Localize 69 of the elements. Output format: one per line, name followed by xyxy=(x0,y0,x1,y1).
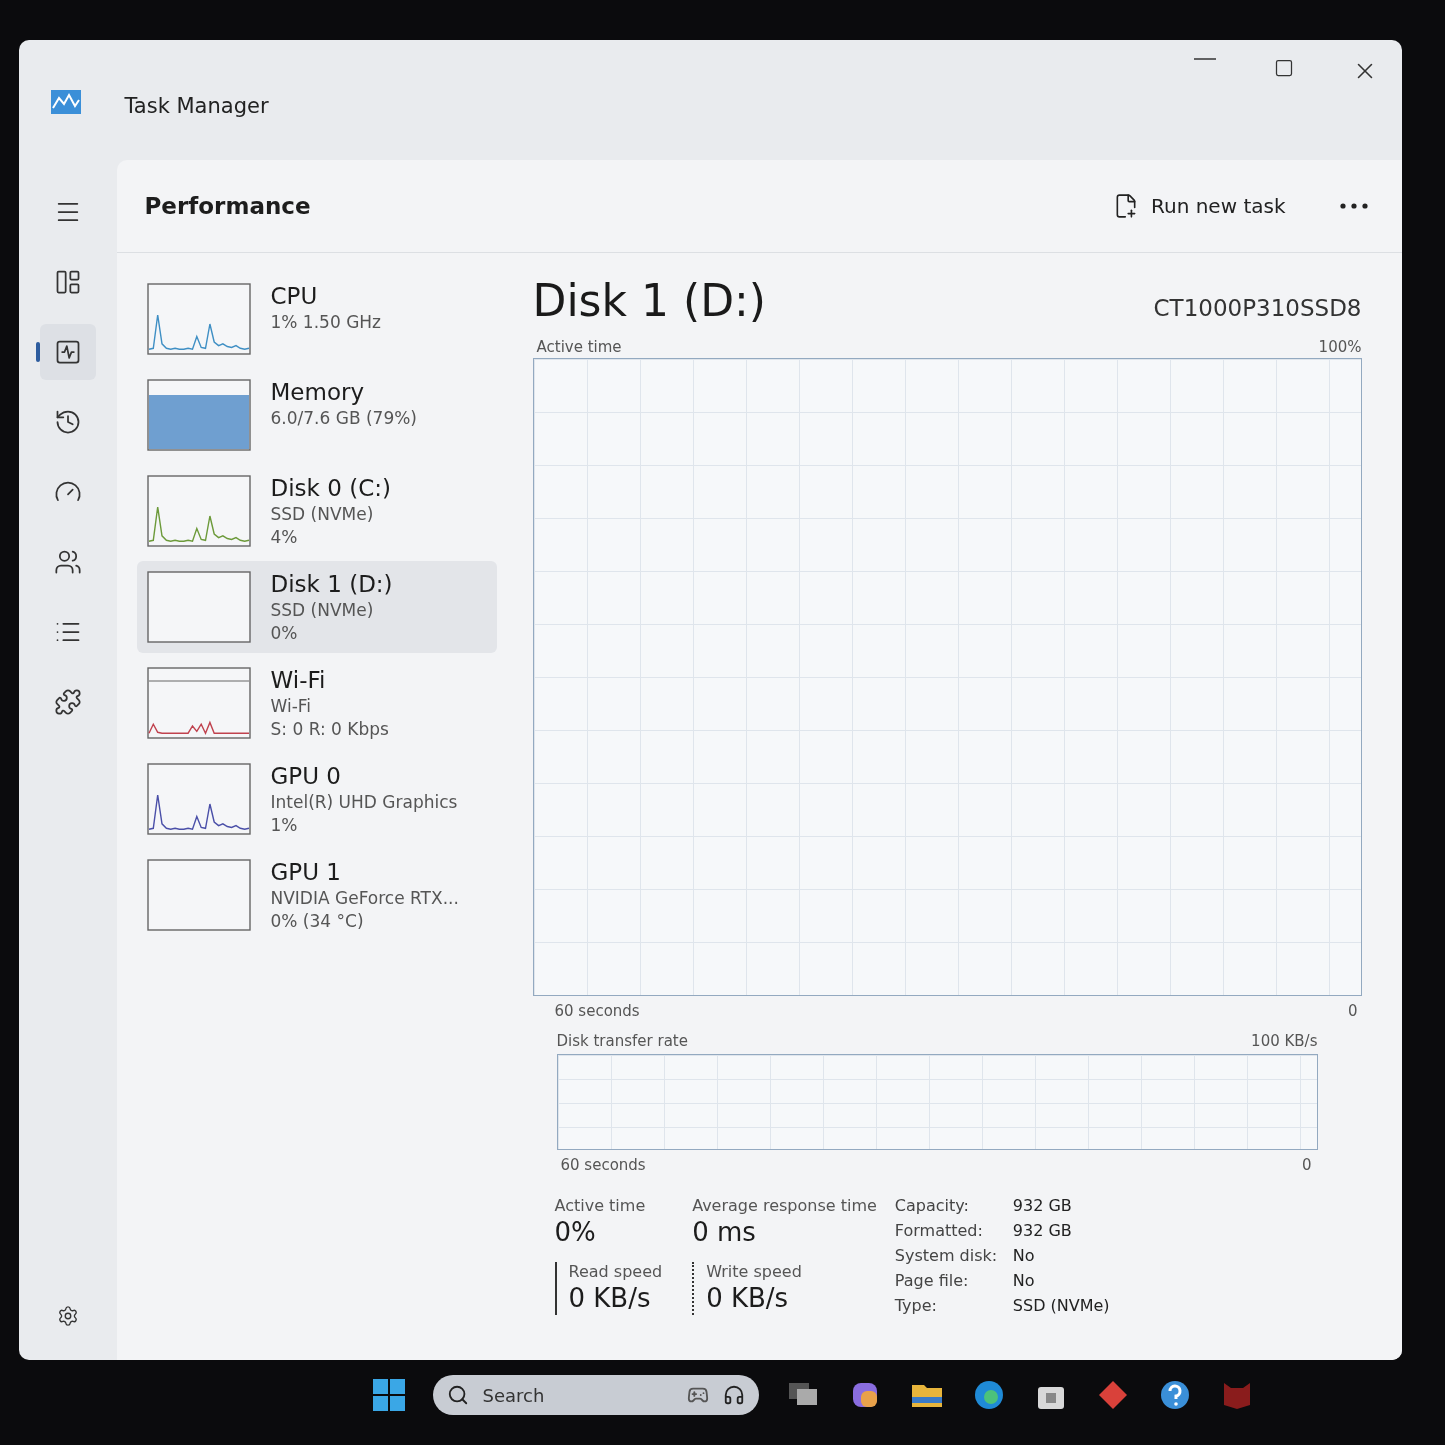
property-value: 932 GB xyxy=(1012,1196,1073,1215)
device-detail: 1% xyxy=(270,815,299,835)
device-detail: 1% 1.50 GHz xyxy=(270,312,381,332)
device-name: CPU xyxy=(270,283,319,309)
device-item[interactable]: GPU 1 NVIDIA GeForce RTX... 0% (34 °C) xyxy=(136,849,497,941)
disk-title: Disk 1 (D:) xyxy=(532,275,766,326)
page-title: Performance xyxy=(144,193,312,219)
graph-label: Active time xyxy=(536,338,622,356)
device-name: Disk 0 (C:) xyxy=(270,475,391,501)
device-name: Memory xyxy=(270,379,366,405)
time-axis-label: 60 seconds xyxy=(560,1156,646,1174)
users-icon xyxy=(53,548,82,576)
device-item[interactable]: Disk 0 (C:) SSD (NVMe) 4% xyxy=(136,465,497,557)
graph-label: Disk transfer rate xyxy=(556,1032,688,1050)
stat-label: Average response time xyxy=(692,1196,877,1215)
property-label: Page file: xyxy=(894,1271,970,1290)
taskbar-search-field[interactable]: Search xyxy=(432,1375,759,1415)
stat-value: 0 KB/s xyxy=(568,1282,652,1313)
device-detail: 6.0/7.6 GB (79%) xyxy=(270,408,417,428)
device-detail: NVIDIA GeForce RTX... xyxy=(270,888,459,908)
device-name: GPU 1 xyxy=(270,859,342,885)
graph-max-label: 100% xyxy=(1318,338,1362,356)
headset-icon xyxy=(722,1384,745,1406)
graph-max-label: 100 KB/s xyxy=(1251,1032,1318,1050)
more-icon xyxy=(1339,203,1368,209)
device-detail: S: 0 R: 0 Kbps xyxy=(270,719,389,739)
stat-label: Write speed xyxy=(706,1261,803,1281)
device-detail: Intel(R) UHD Graphics xyxy=(270,792,458,812)
puzzle-icon xyxy=(53,688,82,716)
window-title: Task Manager xyxy=(124,94,269,118)
stat-value: 0 KB/s xyxy=(706,1282,790,1313)
property-label: Formatted: xyxy=(894,1221,984,1240)
property-label: Capacity: xyxy=(894,1196,970,1215)
property-value: No xyxy=(1012,1246,1036,1265)
stat-value: 0 ms xyxy=(692,1217,757,1247)
property-label: Type: xyxy=(894,1296,938,1315)
stat-label: Active time xyxy=(554,1196,647,1215)
settings-icon xyxy=(56,1305,79,1327)
device-detail: 0% (34 °C) xyxy=(270,911,365,931)
device-name: Wi-Fi xyxy=(270,667,327,693)
graph-min-label: 0 xyxy=(1301,1156,1312,1174)
property-value: 932 GB xyxy=(1012,1221,1073,1240)
start-button[interactable] xyxy=(370,1379,407,1411)
minimize-icon xyxy=(1193,58,1216,60)
device-detail: 4% xyxy=(270,527,299,547)
stat-label: Read speed xyxy=(568,1261,663,1281)
device-item[interactable]: CPU 1% 1.50 GHz xyxy=(136,273,497,365)
device-item[interactable]: Wi-Fi Wi-Fi S: 0 R: 0 Kbps xyxy=(136,657,497,749)
disk-model: CT1000P310SSD8 xyxy=(1153,295,1362,321)
device-detail: Wi-Fi xyxy=(270,696,313,716)
property-value: No xyxy=(1012,1271,1036,1290)
stat-value: 0% xyxy=(554,1217,597,1247)
graph-min-label: 0 xyxy=(1347,1002,1358,1020)
device-item[interactable]: Disk 1 (D:) SSD (NVMe) 0% xyxy=(136,561,497,653)
property-value: SSD (NVMe) xyxy=(1012,1296,1110,1315)
property-label: System disk: xyxy=(894,1246,999,1265)
device-detail: SSD (NVMe) xyxy=(270,600,375,620)
app-icon xyxy=(50,90,81,114)
device-detail: SSD (NVMe) xyxy=(270,504,375,524)
performance-tab[interactable] xyxy=(39,324,96,380)
device-detail: 0% xyxy=(270,623,299,643)
device-name: Disk 1 (D:) xyxy=(270,571,393,597)
maximize-icon xyxy=(1273,58,1294,78)
search-icon xyxy=(446,1384,469,1406)
device-item[interactable]: GPU 0 Intel(R) UHD Graphics 1% xyxy=(136,753,497,845)
run-new-task-button[interactable]: Run new task xyxy=(1099,185,1300,227)
device-item[interactable]: Memory 6.0/7.6 GB (79%) xyxy=(136,369,497,461)
time-axis-label: 60 seconds xyxy=(554,1002,640,1020)
device-name: GPU 0 xyxy=(270,763,342,789)
